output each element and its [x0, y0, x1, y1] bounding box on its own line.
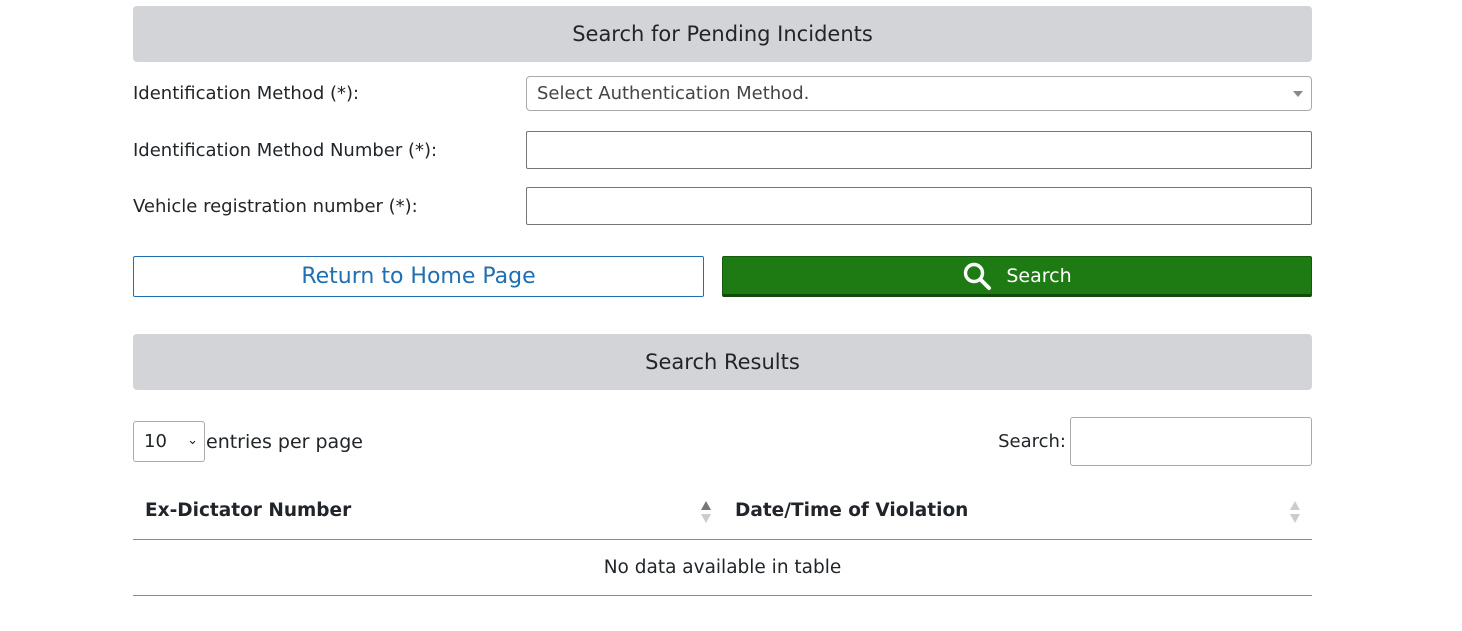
identification-number-input[interactable] — [526, 131, 1312, 169]
identification-method-row: Identification Method (*): Select Authen… — [133, 74, 1312, 112]
vehicle-registration-label: Vehicle registration number (*): — [133, 195, 418, 217]
return-home-label: Return to Home Page — [301, 264, 536, 289]
results-panel-header: Search Results — [133, 334, 1312, 390]
vehicle-registration-row: Vehicle registration number (*): — [133, 187, 1312, 225]
table-search-control: Search: — [998, 417, 1312, 466]
sort-both-icon — [1290, 501, 1300, 523]
return-home-button[interactable]: Return to Home Page — [133, 256, 704, 297]
action-buttons: Return to Home Page Search — [133, 256, 1312, 297]
vehicle-registration-input[interactable] — [526, 187, 1312, 225]
results-panel-title: Search Results — [645, 350, 800, 374]
identification-number-label: Identification Method Number (*): — [133, 139, 438, 161]
chevron-down-icon: ⌄ — [187, 433, 198, 448]
caret-down-icon — [1293, 90, 1303, 97]
column-header-ex-dictator-number[interactable]: Ex-Dictator Number — [133, 482, 723, 539]
search-icon — [962, 261, 992, 291]
column-header-label: Ex-Dictator Number — [145, 500, 352, 521]
results-table-header: Ex-Dictator Number Date/Time of Violatio… — [133, 482, 1312, 540]
sort-asc-icon — [701, 501, 711, 523]
identification-number-row: Identification Method Number (*): — [133, 131, 1312, 169]
identification-method-select[interactable]: Select Authentication Method. — [526, 75, 1312, 111]
search-button[interactable]: Search — [722, 256, 1312, 297]
page-length-select[interactable]: 10 ⌄ — [133, 421, 205, 462]
identification-method-placeholder: Select Authentication Method. — [537, 82, 810, 104]
search-button-label: Search — [1006, 264, 1072, 287]
page-length-label: entries per page — [206, 430, 363, 453]
page-length-value: 10 — [144, 431, 167, 452]
table-search-label: Search: — [998, 431, 1066, 452]
table-search-input[interactable] — [1070, 417, 1312, 466]
page-content: Search for Pending Incidents Identificat… — [133, 6, 1312, 596]
column-header-date-time-of-violation[interactable]: Date/Time of Violation — [723, 482, 1312, 539]
search-panel-title: Search for Pending Incidents — [572, 22, 873, 46]
table-empty-row: No data available in table — [133, 540, 1312, 596]
identification-method-label: Identification Method (*): — [133, 82, 360, 104]
empty-table-message: No data available in table — [603, 557, 842, 578]
page-length-control: 10 ⌄ entries per page — [133, 421, 363, 462]
table-controls: 10 ⌄ entries per page Search: — [133, 417, 1312, 466]
column-header-label: Date/Time of Violation — [735, 500, 969, 521]
search-panel-header: Search for Pending Incidents — [133, 6, 1312, 62]
